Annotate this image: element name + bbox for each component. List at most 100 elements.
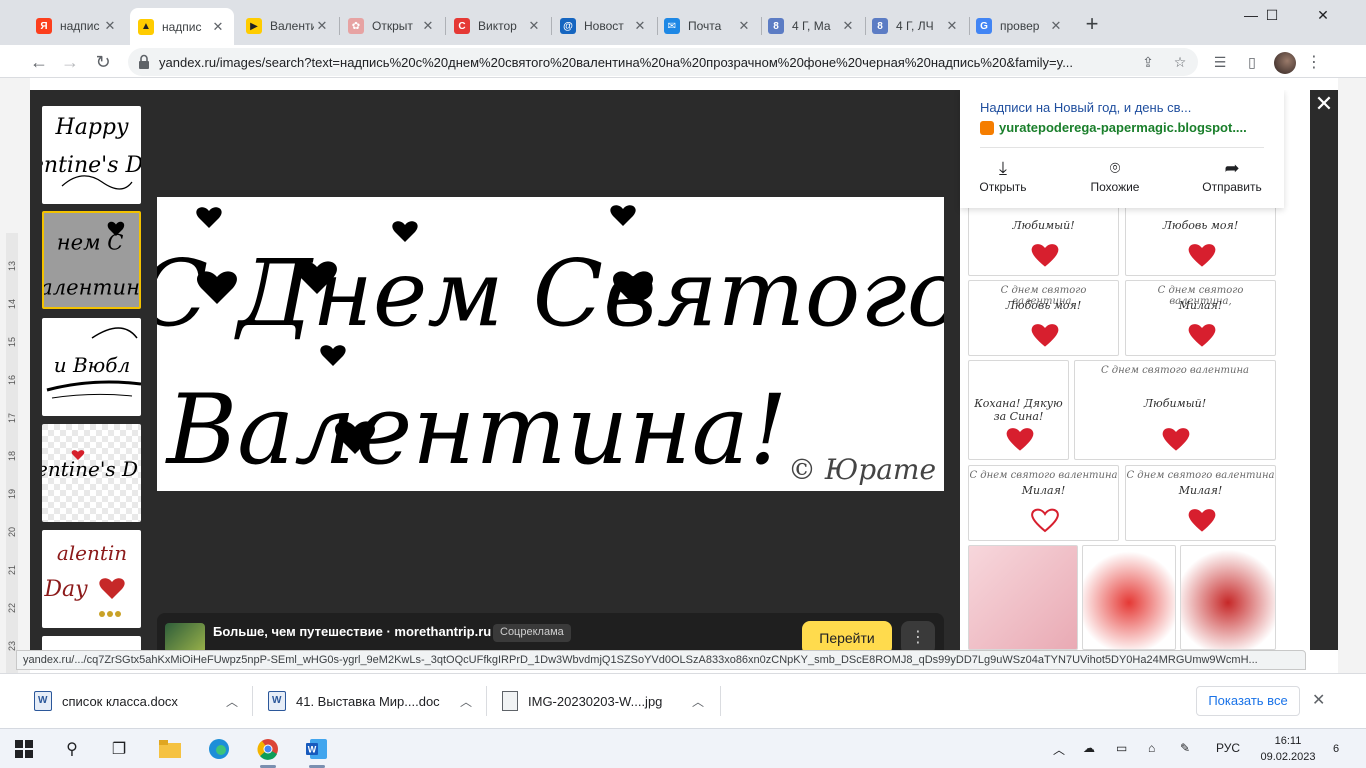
tab-close-icon[interactable]: ✕ [526, 18, 542, 34]
address-bar[interactable]: yandex.ru/images/search?text=надпись%20с… [128, 48, 1198, 76]
similar-image-card[interactable]: С днем святого валентина, Любовь моя! [968, 280, 1119, 356]
back-icon[interactable]: ← [26, 49, 52, 75]
ad-go-button[interactable]: Перейти [802, 621, 892, 650]
chevron-up-icon[interactable]: ︿ [692, 693, 704, 710]
tab-close-icon[interactable]: ✕ [102, 18, 118, 34]
tab-2[interactable]: ▲ надпис ✕ [130, 8, 234, 45]
thumbnail-3[interactable]: и Вюбл [42, 318, 141, 416]
tab-close-icon[interactable]: ✕ [632, 18, 648, 34]
tab-7[interactable]: ✉ Почта ✕ [656, 10, 760, 42]
window-close-button[interactable]: ✕ [1300, 0, 1346, 30]
edge-icon[interactable] [207, 737, 231, 761]
envelope-icon: ✉ [664, 18, 680, 34]
tab-6[interactable]: @ Новост ✕ [552, 10, 656, 42]
pen-icon[interactable]: ✎ [1180, 741, 1190, 755]
yandex-images-icon: ▲ [138, 18, 154, 35]
tab-10[interactable]: Gпровер ✕ [968, 10, 1072, 42]
ruler-number: 20 [7, 526, 18, 538]
reading-list-icon[interactable]: ☰ [1210, 52, 1230, 72]
tab-1[interactable]: Янадпис ✕ [28, 10, 126, 42]
share-page-icon[interactable]: ⇪ [1138, 52, 1158, 72]
similar-image-card[interactable]: С днем святого валентина Милая! [968, 465, 1119, 541]
forward-icon[interactable]: → [57, 49, 83, 75]
thumbnail-2-selected[interactable]: нем С алентин [42, 211, 141, 309]
tab-4[interactable]: ✿ Открыт ✕ [340, 10, 444, 42]
tab-close-icon[interactable]: ✕ [314, 18, 330, 34]
ruler-number: 13 [7, 260, 18, 272]
tab-close-icon[interactable]: ✕ [420, 18, 436, 34]
open-button[interactable]: ⤓ Открыть [968, 156, 1038, 194]
similar-button[interactable]: ⌾ Похожие [1080, 156, 1150, 194]
tab-label: Валенти [270, 19, 314, 33]
main-image[interactable]: С Днем Святого Валентина! © Юрате [157, 197, 944, 491]
word-icon[interactable]: W [305, 737, 329, 761]
tray-chevron-icon[interactable]: ︿ [1053, 741, 1065, 758]
card-title: Милая! [1178, 484, 1223, 497]
maximize-button[interactable]: ☐ [1249, 0, 1295, 30]
similar-image-card[interactable]: С днем святого валентина Любимый! [1074, 360, 1276, 460]
ad-banner[interactable]: Больше, чем путешествие · morethantrip.r… [157, 613, 944, 650]
reload-icon[interactable]: ↻ [90, 49, 116, 75]
c-brand-icon: C [454, 18, 470, 34]
similar-image-card[interactable] [1180, 545, 1276, 650]
search-icon[interactable]: ⚲ [60, 737, 84, 761]
tab-5[interactable]: C Виктор ✕ [446, 10, 550, 42]
similar-image-card[interactable]: Любовь моя! [1125, 200, 1276, 276]
tab-close-icon[interactable]: ✕ [944, 18, 960, 34]
similar-image-card[interactable]: С днем святого валентина, Милая! [1125, 280, 1276, 356]
similar-image-card[interactable] [1082, 545, 1176, 650]
thumbnail-1[interactable]: Happy entine's D [42, 106, 141, 204]
windows-start-icon[interactable] [12, 737, 36, 761]
image-source-domain[interactable]: yuratepoderega-papermagic.blogspot.... [999, 120, 1247, 135]
profile-avatar[interactable] [1274, 52, 1296, 74]
thumbnail-5[interactable]: alentin Day [42, 530, 141, 628]
tab-8[interactable]: 8 4 Г, Ма ✕ [760, 10, 864, 42]
new-tab-button[interactable]: + [1082, 13, 1102, 35]
show-all-downloads-button[interactable]: Показать все [1196, 686, 1300, 716]
card-title: Любовь моя! [1162, 219, 1239, 232]
display-icon[interactable]: ▭ [1116, 741, 1127, 755]
chrome-icon[interactable] [256, 737, 280, 761]
similar-image-card[interactable] [968, 545, 1078, 650]
download-item[interactable]: IMG-20230203-W....jpg ︿ [502, 682, 704, 720]
similar-image-card[interactable]: С днем святого валентина Милая! [1125, 465, 1276, 541]
tab-close-icon[interactable]: ✕ [736, 18, 752, 34]
tab-close-icon[interactable]: ✕ [210, 19, 226, 35]
heart-icon [1030, 508, 1059, 533]
share-button[interactable]: ➦ Отправить [1197, 156, 1267, 194]
download-item[interactable]: список класса.docx ︿ [34, 682, 238, 720]
menu-kebab-icon[interactable]: ⋮ [1306, 52, 1322, 72]
ad-more-icon[interactable]: ⋮ [901, 621, 935, 650]
notification-center-icon[interactable]: 6 [1326, 739, 1346, 759]
address-url[interactable]: yandex.ru/images/search?text=надпись%20с… [159, 55, 1109, 70]
tab-close-icon[interactable]: ✕ [840, 18, 856, 34]
language-indicator[interactable]: РУС [1216, 741, 1240, 755]
lock-icon[interactable] [138, 54, 150, 70]
thumbnail-6[interactable] [42, 636, 141, 650]
download-item[interactable]: 41. Выставка Мир....doc ︿ [268, 682, 472, 720]
task-view-icon[interactable]: ❐ [107, 737, 131, 761]
download-bar-close-icon[interactable]: ✕ [1312, 690, 1325, 710]
similar-image-card[interactable]: Кохана! Дякую за Сина! [968, 360, 1069, 460]
thumbnail-4[interactable]: entine's D [42, 424, 141, 522]
file-explorer-icon[interactable] [158, 737, 182, 761]
network-icon[interactable]: ⌂ [1148, 741, 1155, 755]
ad-title[interactable]: Больше, чем путешествие · morethantrip.r… [213, 624, 491, 639]
thumb-text: Happy [55, 115, 129, 140]
image-source-title[interactable]: Надписи на Новый год, и день св... [980, 100, 1191, 115]
ruler-number: 22 [7, 602, 18, 614]
tab-9[interactable]: 8 4 Г, ЛЧ ✕ [864, 10, 968, 42]
similar-image-card[interactable]: Любимый! [968, 200, 1119, 276]
image-source-link[interactable]: yuratepoderega-papermagic.blogspot.... [980, 120, 1247, 135]
tab-close-icon[interactable]: ✕ [1048, 18, 1064, 34]
chevron-up-icon[interactable]: ︿ [226, 693, 238, 710]
tab-3[interactable]: ▶ Валенти ✕ [238, 10, 338, 42]
side-panel-icon[interactable]: ▯ [1242, 52, 1262, 72]
system-clock[interactable]: 16:11 09.02.2023 [1258, 733, 1318, 765]
card-title: Любовь моя! [1005, 299, 1082, 312]
viewer-close-icon[interactable]: ✕ [1310, 90, 1338, 118]
bookmark-star-icon[interactable]: ☆ [1170, 52, 1190, 72]
onedrive-icon[interactable]: ☁ [1083, 741, 1095, 755]
chevron-up-icon[interactable]: ︿ [460, 693, 472, 710]
card-title: Милая! [1021, 484, 1066, 497]
